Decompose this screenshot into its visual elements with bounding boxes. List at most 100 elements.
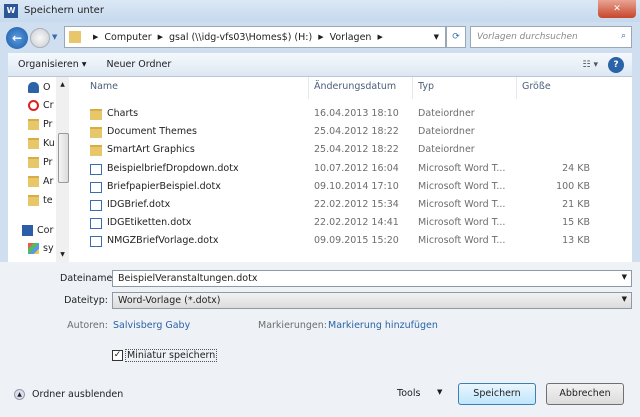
file-list: Name Änderungsdatum Typ Größe Charts 16.… — [72, 77, 632, 262]
nav-item-folder[interactable]: Ar — [28, 176, 58, 187]
filetype-label: Dateityp: — [64, 295, 108, 306]
file-type: Microsoft Word T... — [418, 235, 506, 247]
file-date: 09.10.2014 17:10 — [314, 180, 399, 192]
window-title: Speichern unter — [24, 5, 104, 16]
word-template-icon — [90, 218, 102, 230]
hide-folders-button[interactable]: Ordner ausblenden — [32, 389, 123, 400]
creative-cloud-icon — [28, 100, 39, 111]
authors-value[interactable]: Salvisberg Gaby — [113, 320, 190, 331]
nav-item-computer[interactable]: Cor — [22, 225, 58, 236]
folder-icon — [90, 127, 102, 139]
nav-item-folder[interactable]: te — [28, 195, 58, 206]
toolbar: Organisieren ▾ Neuer Ordner ☷ ▾ ? — [8, 53, 632, 77]
filename-input[interactable]: BeispielVeranstaltungen.dotx ▼ — [112, 270, 632, 287]
nav-item-folder[interactable]: Pr — [28, 119, 58, 130]
file-type: Microsoft Word T... — [418, 162, 506, 174]
file-name: Charts — [107, 108, 139, 119]
filetype-select[interactable]: Word-Vorlage (*.dotx) ▼ — [112, 292, 632, 309]
file-type: Dateiordner — [418, 126, 475, 138]
folder-icon — [28, 119, 39, 130]
nav-item-folder[interactable]: Pr — [28, 157, 58, 168]
column-header-type[interactable]: Typ — [418, 81, 434, 92]
file-date: 10.07.2012 16:04 — [314, 162, 399, 174]
nav-item-system[interactable]: sy — [28, 243, 58, 254]
new-folder-button[interactable]: Neuer Ordner — [97, 59, 182, 70]
word-template-icon — [90, 163, 102, 175]
nav-item-folder[interactable]: Ku — [28, 138, 58, 149]
thumbnail-checkbox[interactable]: ✓ — [112, 350, 123, 361]
folder-icon — [28, 176, 39, 187]
file-row[interactable]: SmartArt Graphics 25.04.2012 18:22 Datei… — [90, 142, 620, 159]
file-date: 16.04.2013 18:10 — [314, 108, 399, 119]
breadcrumb-item[interactable]: Vorlagen — [330, 32, 372, 43]
file-size: 13 KB — [562, 235, 590, 247]
file-name: IDGBrief.dotx — [107, 199, 171, 210]
address-dropdown-icon[interactable]: ▼ — [434, 33, 439, 41]
column-header-name[interactable]: Name — [90, 81, 118, 92]
file-date: 22.02.2012 15:34 — [314, 199, 399, 210]
cancel-button[interactable]: Abbrechen — [546, 383, 624, 405]
file-date: 09.09.2015 15:20 — [314, 235, 399, 247]
forward-button[interactable] — [30, 28, 50, 48]
close-button[interactable]: ✕ — [598, 0, 636, 18]
scrollbar-thumb[interactable] — [58, 133, 69, 183]
word-template-icon — [90, 200, 102, 211]
authors-label: Autoren: — [67, 320, 108, 331]
folder-icon — [90, 145, 102, 157]
file-size: 15 KB — [562, 217, 590, 229]
column-header-size[interactable]: Größe — [522, 81, 551, 92]
file-name: NMGZBriefVorlage.dotx — [107, 235, 219, 247]
column-header-date[interactable]: Änderungsdatum — [314, 81, 396, 92]
file-type: Microsoft Word T... — [418, 199, 506, 210]
navigation-pane: O Cr Pr Ku Pr Ar te Cor sy — [8, 77, 56, 262]
file-name: Document Themes — [107, 126, 197, 138]
history-dropdown-icon[interactable]: ▼ — [52, 33, 57, 41]
tags-value[interactable]: Markierung hinzufügen — [328, 320, 438, 331]
tools-dropdown-icon[interactable]: ▼ — [437, 388, 442, 396]
drive-icon — [28, 243, 39, 254]
back-button[interactable]: ← — [6, 27, 28, 49]
folder-icon — [69, 31, 81, 43]
folder-icon — [28, 157, 39, 168]
breadcrumb-item[interactable]: gsal (\\idg-vfs03\Homes$) (H:) — [169, 32, 312, 43]
view-options-icon[interactable]: ☷ ▾ — [573, 60, 608, 70]
file-type: Dateiordner — [418, 144, 475, 156]
file-type: Dateiordner — [418, 108, 475, 119]
search-input[interactable]: Vorlagen durchsuchen ⌕ — [470, 26, 632, 48]
folder-icon — [28, 138, 39, 149]
file-row[interactable]: Document Themes 25.04.2012 18:22 Dateior… — [90, 124, 620, 141]
nav-item-creative-cloud[interactable]: Cr — [28, 100, 58, 111]
save-button[interactable]: Speichern — [458, 383, 536, 405]
tools-button[interactable]: Tools — [397, 388, 420, 399]
refresh-button[interactable]: ⟳ — [446, 26, 466, 48]
file-size: 24 KB — [562, 162, 590, 174]
address-bar[interactable]: ▶ Computer ▶ gsal (\\idg-vfs03\Homes$) (H:… — [64, 26, 446, 48]
word-template-icon — [90, 236, 102, 248]
file-name: BriefpapierBeispiel.dotx — [107, 180, 221, 192]
help-icon[interactable]: ? — [608, 56, 624, 73]
chevron-down-icon[interactable]: ▼ — [622, 273, 627, 281]
file-date: 22.02.2012 14:41 — [314, 217, 399, 229]
title-bar: W Speichern unter ✕ — [0, 0, 640, 22]
nav-item-onedrive[interactable]: O — [28, 82, 58, 93]
filename-label: Dateiname: — [60, 273, 116, 284]
tags-label: Markierungen: — [258, 320, 327, 331]
file-row[interactable]: BriefpapierBeispiel.dotx 09.10.2014 17:1… — [90, 179, 620, 196]
file-name: IDGEtiketten.dotx — [107, 217, 192, 229]
cloud-icon — [28, 82, 39, 93]
file-row[interactable]: NMGZBriefVorlage.dotx 09.09.2015 15:20 M… — [90, 233, 620, 250]
file-size: 100 KB — [556, 180, 590, 192]
chevron-down-icon[interactable]: ▼ — [622, 295, 627, 303]
breadcrumb-item[interactable]: Computer — [104, 32, 151, 43]
organize-button[interactable]: Organisieren ▾ — [8, 59, 97, 70]
file-row[interactable]: Charts 16.04.2013 18:10 Dateiordner — [90, 106, 620, 123]
thumbnail-label[interactable]: Miniatur speichern — [125, 349, 218, 362]
word-template-icon — [90, 181, 102, 193]
collapse-icon[interactable]: ▲ — [14, 389, 25, 400]
file-row[interactable]: IDGBrief.dotx 22.02.2012 15:34 Microsoft… — [90, 197, 620, 214]
file-row[interactable]: IDGEtiketten.dotx 22.02.2012 14:41 Micro… — [90, 215, 620, 232]
computer-icon — [22, 225, 33, 236]
file-browser: O Cr Pr Ku Pr Ar te Cor sy ▲ ▼ Name Änder… — [8, 77, 632, 262]
file-name: SmartArt Graphics — [107, 144, 195, 156]
file-row[interactable]: BeispielbriefDropdown.dotx 10.07.2012 16… — [90, 161, 620, 178]
